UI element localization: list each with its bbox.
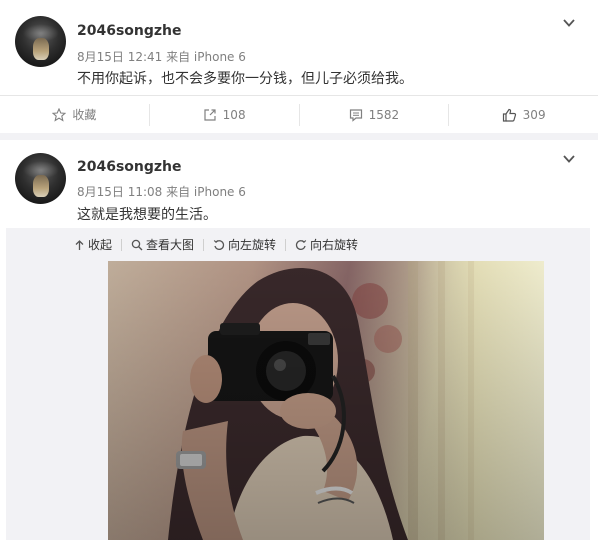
photo-woman-with-camera [108, 261, 544, 540]
toolbar-divider [203, 238, 205, 251]
weibo-post: 2046songzhe 8月15日 11:08 来自 iPhone 6 这就是我… [0, 140, 598, 540]
repost-button[interactable]: 108 [150, 103, 300, 126]
rotate-right-button[interactable]: 向右旋转 [295, 236, 358, 253]
post-meta: 8月15日 11:08 来自 iPhone 6 [77, 185, 246, 199]
comment-button[interactable]: 1582 [300, 103, 450, 126]
chevron-down-icon[interactable] [562, 152, 576, 166]
media-toolbar: 收起 查看大图 向左旋转 向右旋转 [74, 236, 358, 253]
collapse-button[interactable]: 收起 [74, 236, 112, 253]
post-separator [0, 133, 598, 140]
rotate-right-icon [295, 239, 307, 250]
action-bar: 收藏 108 1582 309 [0, 95, 598, 133]
toolbar-divider [121, 238, 123, 251]
view-large-label: 查看大图 [146, 238, 195, 252]
post-content: 这就是我想要的生活。 [77, 207, 217, 223]
post-photo[interactable] [108, 261, 544, 540]
rotate-left-button[interactable]: 向左旋转 [213, 236, 276, 253]
like-button[interactable]: 309 [449, 104, 598, 126]
magnifier-icon [131, 239, 143, 250]
arrow-up-icon [75, 239, 84, 250]
post-meta: 8月15日 12:41 来自 iPhone 6 [77, 50, 246, 64]
thumbs-up-icon [502, 108, 516, 122]
username[interactable]: 2046songzhe [77, 159, 182, 175]
avatar[interactable] [15, 16, 66, 67]
star-outline-icon [52, 107, 67, 122]
favorite-button[interactable]: 收藏 [0, 103, 150, 126]
chevron-down-icon[interactable] [562, 16, 576, 30]
share-arrow-icon [204, 108, 216, 121]
collapse-label: 收起 [88, 238, 113, 252]
repost-count: 108 [222, 107, 246, 122]
comment-count: 1582 [368, 107, 400, 122]
post-content: 不用你起诉，也不会多要你一分钱，但儿子必须给我。 [77, 71, 413, 87]
favorite-label: 收藏 [72, 108, 97, 122]
like-count: 309 [522, 107, 546, 122]
media-expanded-panel: 收起 查看大图 向左旋转 向右旋转 [6, 228, 590, 540]
comment-bubble-icon [349, 108, 362, 122]
avatar[interactable] [15, 153, 66, 204]
username[interactable]: 2046songzhe [77, 23, 182, 39]
weibo-post: 2046songzhe 8月15日 12:41 来自 iPhone 6 不用你起… [0, 0, 598, 126]
rotate-left-icon [213, 239, 225, 250]
rotate-right-label: 向右旋转 [310, 238, 359, 252]
toolbar-divider [285, 238, 287, 251]
view-large-button[interactable]: 查看大图 [131, 236, 194, 253]
rotate-left-label: 向左旋转 [228, 238, 277, 252]
